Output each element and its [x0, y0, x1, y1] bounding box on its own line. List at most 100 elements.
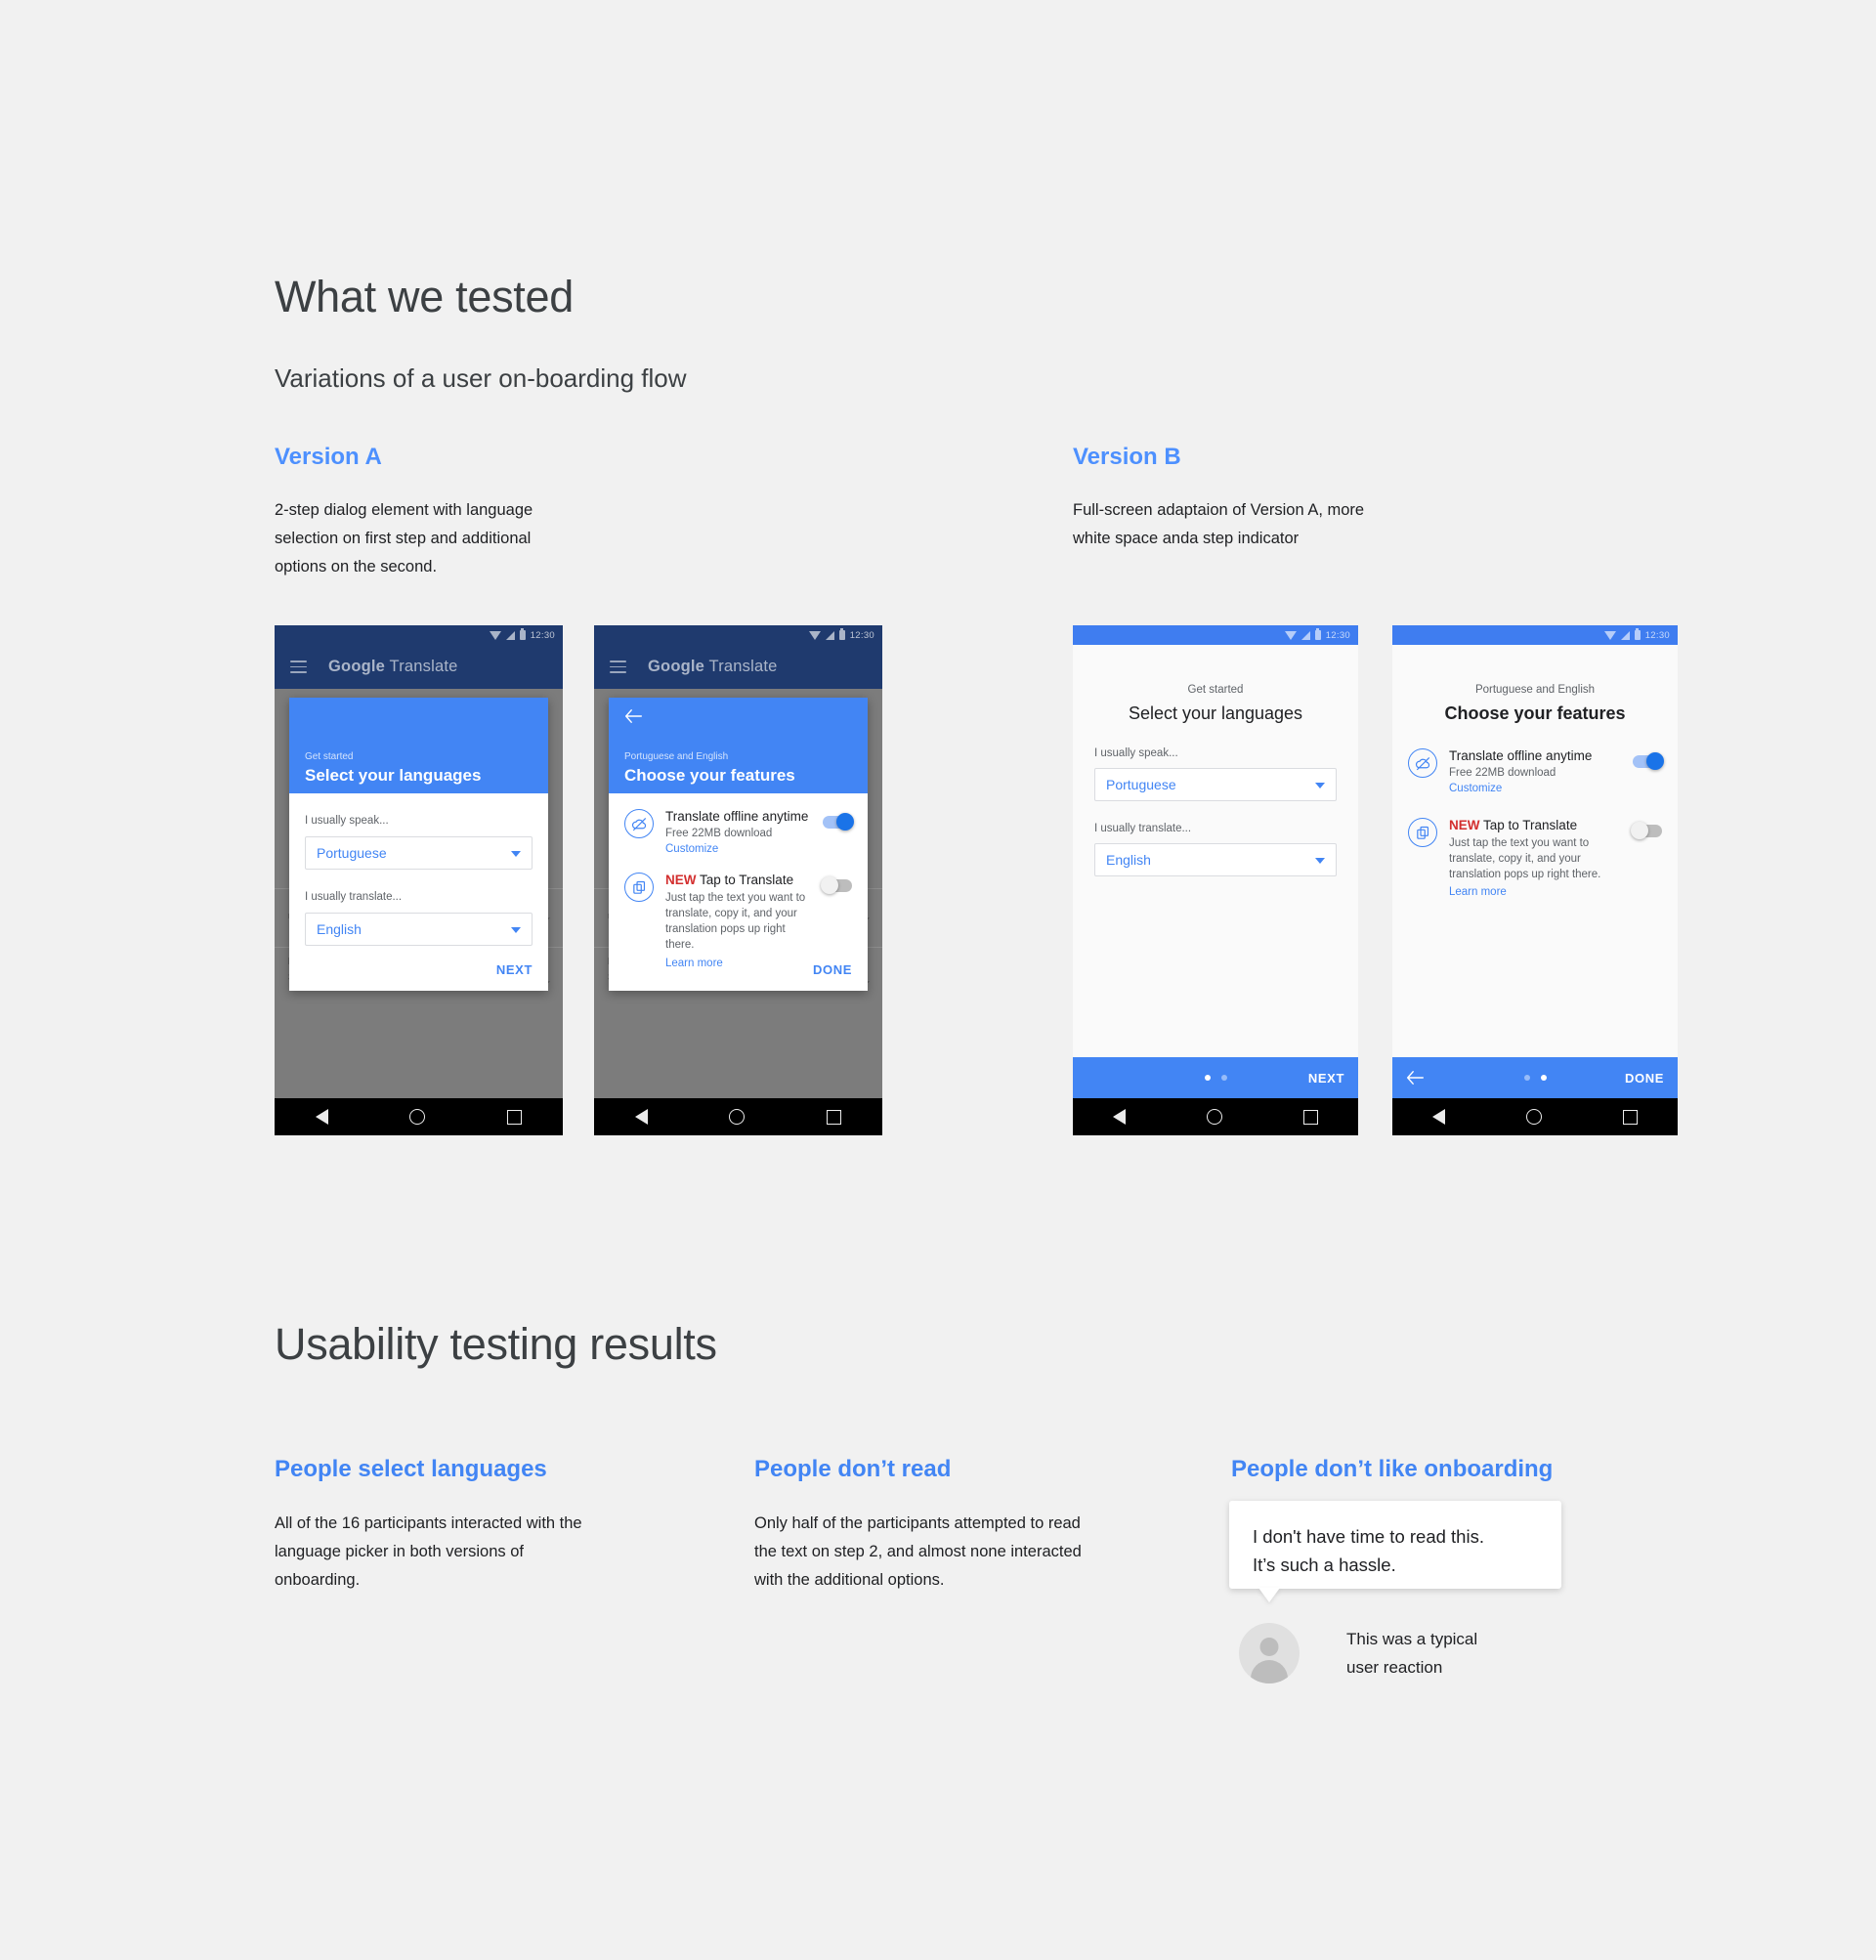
dialog-title: Choose your features [624, 766, 795, 785]
wifi-icon [808, 630, 821, 640]
avatar-head [1259, 1638, 1279, 1656]
user-quote-bubble: I don't have time to read this. It’s suc… [1229, 1501, 1561, 1589]
page-title-what-we-tested: What we tested [275, 272, 574, 321]
toggle-knob [1646, 752, 1664, 770]
version-a-description: 2-step dialog element with language sele… [275, 501, 533, 575]
offline-toggle[interactable] [823, 813, 854, 831]
feature-title: Translate offline anytime [665, 809, 809, 824]
chevron-down-icon [511, 851, 521, 857]
hamburger-menu-icon[interactable] [290, 660, 307, 673]
reaction-caption: This was a typical user reaction [1346, 1625, 1477, 1682]
status-time: 12:30 [1644, 629, 1670, 641]
tap-to-translate-copy-icon [624, 873, 654, 902]
status-time: 12:30 [849, 629, 874, 641]
quote-line-1: I don't have time to read this. [1253, 1526, 1484, 1547]
bottom-action-bar: NEXT [1073, 1057, 1358, 1098]
speak-label: I usually speak... [1094, 747, 1178, 759]
toggle-knob [1631, 822, 1648, 839]
battery-icon [1314, 628, 1321, 640]
step-dot[interactable] [1220, 1075, 1227, 1081]
page-title-usability-results: Usability testing results [275, 1319, 717, 1369]
learn-more-link[interactable]: Learn more [1449, 884, 1621, 900]
screen-title: Select your languages [1128, 703, 1303, 723]
quote-line-2: It’s such a hassle. [1253, 1555, 1396, 1575]
step-dot-active[interactable] [1204, 1075, 1211, 1081]
offline-cloud-icon [1408, 748, 1437, 778]
battery-icon [838, 628, 845, 640]
nav-home-icon[interactable] [1525, 1109, 1542, 1125]
status-bar: 12:30 [594, 625, 882, 645]
version-b-description: Full-screen adaptaion of Version A, more… [1073, 501, 1365, 547]
tap-to-translate-copy-icon [1408, 818, 1437, 847]
wifi-icon [489, 630, 501, 640]
customize-link[interactable]: Customize [665, 843, 718, 855]
status-time: 12:30 [530, 629, 555, 641]
tap-to-translate-toggle[interactable] [1631, 822, 1662, 839]
nav-recents-icon[interactable] [507, 1109, 523, 1125]
done-button[interactable]: DONE [813, 962, 852, 977]
translate-language-select[interactable]: English [305, 913, 533, 946]
speak-language-value: Portuguese [1106, 777, 1176, 792]
hamburger-menu-icon[interactable] [610, 660, 626, 673]
dialog-eyebrow: Portuguese and English [624, 751, 729, 762]
status-time: 12:30 [1325, 629, 1350, 641]
nav-recents-icon[interactable] [827, 1109, 842, 1125]
back-arrow-icon[interactable] [624, 709, 643, 723]
new-badge: NEW [1449, 818, 1480, 832]
feature-sub: Just tap the text you want to translate,… [1449, 837, 1601, 880]
presentation-page: What we tested Variations of a user on-b… [0, 0, 1876, 1960]
step-dot-active[interactable] [1540, 1075, 1547, 1081]
screen-title: Choose your features [1444, 703, 1626, 723]
nav-home-icon[interactable] [409, 1109, 426, 1125]
status-bar: 12:30 [1392, 625, 1678, 645]
finding-3-title: People don’t like onboarding [1231, 1456, 1554, 1482]
dialog-eyebrow: Get started [305, 751, 354, 762]
nav-back-icon[interactable] [1113, 1109, 1127, 1125]
next-button[interactable]: NEXT [496, 962, 533, 977]
feature-title-text: Tap to Translate [700, 873, 794, 887]
translate-language-select[interactable]: English [1094, 843, 1337, 876]
feature-title: Translate offline anytime [1449, 748, 1593, 763]
screen-eyebrow: Portuguese and English [1474, 684, 1596, 696]
phone-mock-version-b-step-2: 12:30 Portuguese and English Choose your… [1392, 625, 1678, 1135]
nav-back-icon[interactable] [315, 1109, 328, 1125]
finding-1-body: All of the 16 participants interacted wi… [275, 1514, 582, 1589]
avatar [1239, 1623, 1300, 1683]
feature-row-offline: Translate offline anytime Free 22MB down… [624, 809, 854, 857]
nav-recents-icon[interactable] [1622, 1109, 1638, 1125]
feature-sub: Free 22MB download [1449, 767, 1556, 779]
nav-home-icon[interactable] [729, 1109, 746, 1125]
chevron-down-icon [511, 927, 521, 933]
avatar-body [1251, 1660, 1288, 1683]
app-title: Google Translate [328, 658, 458, 676]
next-button[interactable]: NEXT [1308, 1071, 1344, 1086]
reaction-caption-line-1: This was a typical [1346, 1630, 1478, 1648]
nav-back-icon[interactable] [634, 1109, 648, 1125]
signal-icon [505, 630, 515, 640]
app-bar: Google Translate [594, 645, 882, 689]
tap-to-translate-toggle[interactable] [821, 876, 852, 894]
onboarding-dialog: Get started Select your languages I usua… [289, 698, 548, 991]
learn-more-link[interactable]: Learn more [665, 956, 811, 971]
app-title-bold: Google [648, 658, 705, 675]
customize-link[interactable]: Customize [1449, 781, 1621, 796]
speak-language-select[interactable]: Portuguese [1094, 768, 1337, 801]
onboarding-dialog: Portuguese and English Choose your featu… [609, 698, 868, 991]
feature-title: NEW Tap to Translate [1449, 818, 1621, 832]
speak-language-select[interactable]: Portuguese [305, 836, 533, 870]
signal-icon [825, 630, 834, 640]
screen-eyebrow: Get started [1187, 684, 1244, 696]
offline-cloud-icon [624, 809, 654, 838]
nav-recents-icon[interactable] [1302, 1109, 1318, 1125]
nav-back-icon[interactable] [1432, 1109, 1446, 1125]
step-dot[interactable] [1523, 1075, 1530, 1081]
feature-sub: Just tap the text you want to translate,… [665, 892, 806, 951]
android-nav-bar [594, 1098, 882, 1135]
offline-toggle[interactable] [1633, 752, 1664, 770]
nav-home-icon[interactable] [1206, 1109, 1222, 1125]
app-title-light: Translate [389, 658, 458, 675]
toggle-knob [836, 813, 854, 831]
done-button[interactable]: DONE [1625, 1071, 1664, 1086]
toggle-knob [821, 876, 838, 894]
dialog-header: Get started Select your languages [289, 698, 548, 793]
